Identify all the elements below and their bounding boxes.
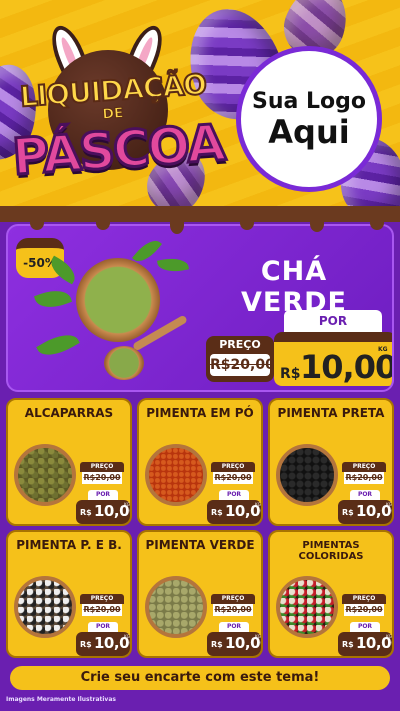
product-name: PIMENTA P. E B. — [16, 538, 122, 552]
leaf-icon — [33, 284, 73, 314]
product-name: ALCAPARRAS — [24, 406, 114, 420]
header-banner: LIQUIDAÇÃO DE PÁSCOA Sua Logo Aqui — [0, 0, 400, 214]
currency-symbol: R$ — [342, 508, 354, 517]
leaf-icon — [36, 327, 80, 363]
cta-banner[interactable]: Crie seu encarte com este tema! — [10, 666, 390, 690]
title-line3: PÁSCOA — [9, 112, 227, 188]
product-image — [276, 444, 338, 506]
old-price: R$20,00 — [210, 354, 275, 376]
old-price-box: PREÇO R$20,00 — [342, 594, 386, 622]
old-price-box: PREÇO R$20,00 — [342, 462, 386, 490]
old-price: R$20,00 — [82, 604, 122, 616]
price-unit: KG — [386, 634, 392, 639]
leaf-icon — [157, 255, 189, 275]
product-card: PIMENTAS COLORIDAS PREÇO R$20,00 POR R$ … — [268, 530, 394, 658]
price-unit: KG — [378, 346, 388, 353]
por-label: POR — [284, 310, 382, 332]
currency-symbol: R$ — [280, 366, 301, 382]
product-image — [14, 576, 76, 638]
old-price: R$20,00 — [344, 604, 384, 616]
green-tea-spoon-image — [104, 346, 144, 380]
featured-product-name: CHÁ VERDE — [241, 256, 347, 318]
logo-text-line2: Aqui — [268, 112, 350, 151]
price-unit: KG — [255, 634, 261, 639]
new-price-box: R$ 10,00 KG — [274, 332, 394, 386]
product-image — [145, 576, 207, 638]
product-card: ALCAPARRAS PREÇO R$20,00 POR R$ 10,00 KG — [6, 398, 132, 526]
product-card: PIMENTA VERDE PREÇO R$20,00 POR R$ 10,00… — [137, 530, 263, 658]
old-price-box: PREÇO R$20,00 — [80, 462, 124, 490]
chocolate-drip-divider — [0, 206, 400, 234]
old-price-box: PREÇO R$20,00 — [206, 336, 275, 382]
new-price-box: R$ 10,00 KG — [207, 500, 261, 524]
logo-placeholder: Sua Logo Aqui — [236, 46, 382, 192]
new-price-box: R$ 10,00 KG — [76, 500, 130, 524]
featured-product-card: -50% CHÁ VERDE POR PREÇO R$20,00 R$ 10,0… — [6, 224, 394, 392]
product-name: PIMENTAS COLORIDAS — [298, 540, 364, 562]
product-image — [145, 444, 207, 506]
product-card: PIMENTA PRETA PREÇO R$20,00 POR R$ 10,00… — [268, 398, 394, 526]
por-label: POR — [219, 490, 249, 500]
disclaimer-text: Imagens Meramente Ilustrativas — [6, 696, 116, 703]
product-name: PIMENTA PRETA — [277, 406, 385, 420]
old-price: R$20,00 — [344, 472, 384, 484]
currency-symbol: R$ — [80, 508, 92, 517]
old-price-box: PREÇO R$20,00 — [211, 594, 255, 622]
new-price-box: R$ 10,00 KG — [76, 632, 130, 656]
green-tea-bowl-image — [76, 258, 160, 342]
price-unit: KG — [386, 502, 392, 507]
por-label: POR — [350, 490, 380, 500]
price-label: PREÇO — [211, 594, 255, 604]
new-price: 10,00 — [300, 348, 394, 386]
new-price-box: R$ 10,00 KG — [338, 632, 392, 656]
old-price: R$20,00 — [213, 472, 253, 484]
logo-text-line1: Sua Logo — [251, 88, 366, 114]
old-price-box: PREÇO R$20,00 — [211, 462, 255, 490]
currency-symbol: R$ — [342, 640, 354, 649]
por-label: POR — [219, 622, 249, 632]
currency-symbol: R$ — [211, 640, 223, 649]
new-price-box: R$ 10,00 KG — [207, 632, 261, 656]
por-label: POR — [350, 622, 380, 632]
price-label: PREÇO — [342, 462, 386, 472]
price-label: PREÇO — [211, 462, 255, 472]
price-unit: KG — [124, 634, 130, 639]
price-unit: KG — [255, 502, 261, 507]
price-label: PREÇO — [80, 462, 124, 472]
old-price-box: PREÇO R$20,00 — [80, 594, 124, 622]
price-label: PREÇO — [219, 338, 261, 351]
por-label: POR — [88, 490, 118, 500]
old-price: R$20,00 — [213, 604, 253, 616]
price-label: PREÇO — [80, 594, 124, 604]
product-card: PIMENTA EM PÓ PREÇO R$20,00 POR R$ 10,00… — [137, 398, 263, 526]
product-name: PIMENTA VERDE — [145, 538, 255, 552]
currency-symbol: R$ — [211, 508, 223, 517]
por-label: POR — [88, 622, 118, 632]
product-name: PIMENTA EM PÓ — [146, 406, 254, 420]
currency-symbol: R$ — [80, 640, 92, 649]
old-price: R$20,00 — [82, 472, 122, 484]
easter-sale-title: LIQUIDAÇÃO DE PÁSCOA — [9, 21, 227, 200]
new-price-box: R$ 10,00 KG — [338, 500, 392, 524]
price-label: PREÇO — [342, 594, 386, 604]
product-card: PIMENTA P. E B. PREÇO R$20,00 POR R$ 10,… — [6, 530, 132, 658]
product-image — [14, 444, 76, 506]
product-image — [276, 576, 338, 638]
price-unit: KG — [124, 502, 130, 507]
